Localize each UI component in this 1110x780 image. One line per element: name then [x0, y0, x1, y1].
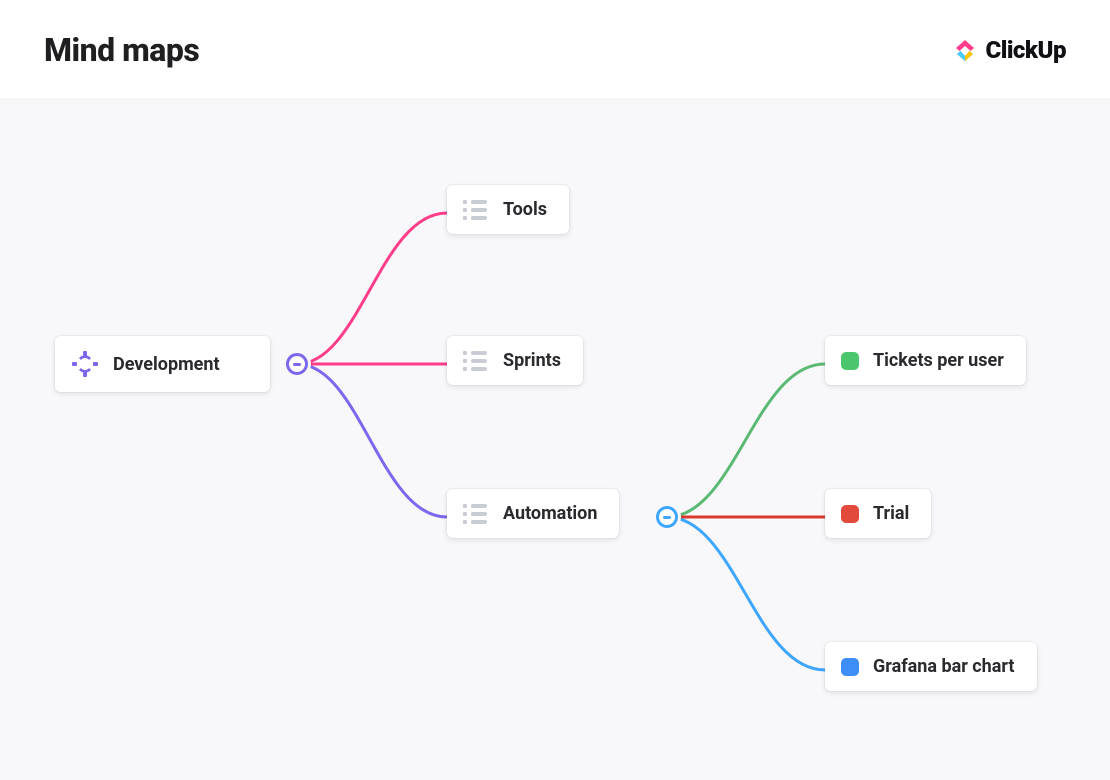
node-grafana-bar-chart[interactable]: Grafana bar chart: [825, 642, 1037, 691]
header: Mind maps ClickUp: [0, 0, 1110, 100]
node-label: Automation: [503, 503, 597, 524]
clickup-logo-icon: [951, 36, 979, 64]
edge-automation-grafana: [667, 517, 825, 670]
brand-logo[interactable]: ClickUp: [951, 36, 1066, 64]
brand-name: ClickUp: [985, 36, 1066, 64]
list-icon: [463, 351, 489, 371]
edge-root-automation: [297, 364, 447, 517]
status-square-icon: [841, 352, 859, 370]
mindmap-canvas[interactable]: Development Tools Sprints Automation: [0, 100, 1110, 780]
node-label: Grafana bar chart: [873, 656, 1015, 677]
node-tools[interactable]: Tools: [447, 185, 569, 234]
node-label: Development: [113, 354, 220, 375]
node-trial[interactable]: Trial: [825, 489, 931, 538]
collapse-toggle-automation[interactable]: [656, 506, 678, 528]
status-square-icon: [841, 658, 859, 676]
status-square-icon: [841, 505, 859, 523]
node-tickets-per-user[interactable]: Tickets per user: [825, 336, 1026, 385]
node-label: Trial: [873, 503, 909, 524]
node-automation[interactable]: Automation: [447, 489, 619, 538]
globe-icon: [71, 350, 99, 378]
edge-root-tools: [297, 213, 447, 364]
list-icon: [463, 200, 489, 220]
node-label: Sprints: [503, 350, 561, 371]
collapse-toggle-development[interactable]: [286, 353, 308, 375]
node-label: Tools: [503, 199, 547, 220]
node-label: Tickets per user: [873, 350, 1004, 371]
edge-automation-tickets: [667, 364, 825, 517]
node-sprints[interactable]: Sprints: [447, 336, 583, 385]
page-title: Mind maps: [44, 31, 199, 69]
list-icon: [463, 504, 489, 524]
node-development[interactable]: Development: [55, 336, 270, 392]
